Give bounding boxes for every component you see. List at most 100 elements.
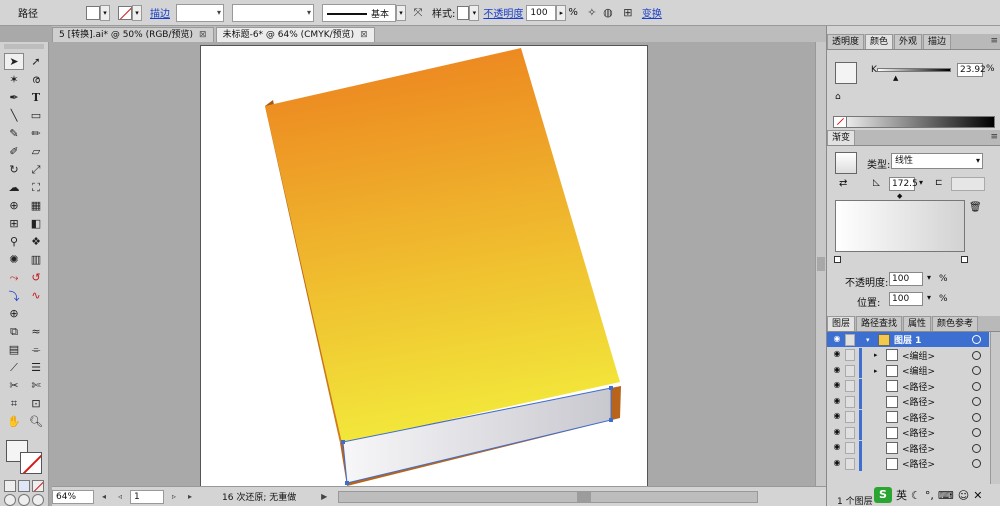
tab-stroke[interactable]: 描边	[923, 34, 952, 49]
stroke-square[interactable]	[20, 452, 42, 474]
variable-width-field[interactable]	[232, 3, 314, 22]
scale-tool-icon[interactable]: ⤢	[26, 161, 46, 178]
gradient-swatch[interactable]	[835, 152, 857, 174]
lasso-icon[interactable]: ര	[26, 71, 46, 88]
lock-toggle[interactable]	[845, 333, 855, 346]
expand-arrow-icon[interactable]: ▾	[866, 336, 876, 344]
target-circle-icon[interactable]	[972, 381, 981, 391]
doc-tab-1[interactable]: 5 [转换].ai* @ 50% (RGB/预览) ⊠	[52, 27, 214, 42]
draw-behind-icon[interactable]	[18, 494, 30, 506]
stroke-dropdown-icon[interactable]: ▾	[132, 4, 142, 21]
scissors-icon[interactable]: ✄	[26, 377, 46, 394]
lock-toggle[interactable]	[845, 457, 855, 470]
tab-color[interactable]: 颜色	[865, 34, 894, 49]
first-page-icon[interactable]: ◂	[98, 492, 110, 501]
layer-row[interactable]: ◉ <路径>	[827, 394, 989, 409]
horizontal-scrollbar[interactable]	[338, 490, 759, 503]
layer-row[interactable]: ◉ <路径>	[827, 456, 989, 471]
visibility-eye-icon[interactable]: ◉	[831, 427, 843, 439]
stop-opacity-input[interactable]: 100	[889, 272, 923, 286]
chart-tool-icon[interactable]: ⟋	[4, 359, 24, 376]
expand-arrow-icon[interactable]: ▸	[874, 351, 884, 359]
panel-menu-icon[interactable]: ≡	[990, 36, 998, 46]
opacity-input[interactable]: 100	[526, 4, 557, 21]
list-tool-icon[interactable]: ☰	[26, 359, 46, 376]
vertical-scrollbar[interactable]	[815, 42, 826, 486]
gradient-tool-icon[interactable]: ◧	[26, 215, 46, 232]
user-icon[interactable]: ☺	[958, 489, 969, 502]
artboard-tool-icon[interactable]: ⧉	[4, 323, 24, 340]
lock-toggle[interactable]	[845, 380, 855, 392]
stop-location-input[interactable]: 100	[889, 292, 923, 306]
none-mode-icon[interactable]	[32, 480, 44, 492]
tools-grip[interactable]	[4, 44, 44, 49]
anchor-tool-icon[interactable]: ⤵	[4, 287, 24, 304]
gradient-type-select[interactable]: 线性	[891, 153, 983, 169]
opacity-dropdown-icon[interactable]: ▾	[927, 273, 931, 282]
k-slider-thumb[interactable]: ▲	[893, 74, 898, 82]
style-swatch[interactable]	[457, 5, 470, 20]
layer-row[interactable]: ◉ ▸ <编组>	[827, 347, 989, 363]
hand-tool-icon[interactable]: ✋	[4, 413, 24, 430]
magic-wand-icon[interactable]: ✶	[4, 71, 24, 88]
last-page-icon[interactable]: ▸	[184, 492, 196, 501]
gradient-angle-input[interactable]: 172.5	[889, 177, 918, 191]
align-stroke-icon[interactable]: ⤧	[410, 5, 426, 21]
line-tool-icon[interactable]: ╲	[4, 107, 24, 124]
perspective-grid-icon[interactable]: ▦	[26, 197, 46, 214]
layers-scrollbar[interactable]	[990, 332, 1000, 484]
width-tool-icon[interactable]: ⤳	[4, 269, 24, 286]
bar-graph-icon[interactable]: ▤	[4, 341, 24, 358]
blob-brush-icon[interactable]: ✐	[4, 143, 24, 160]
angle-dropdown-icon[interactable]: ▾	[919, 178, 923, 187]
book-cover[interactable]	[265, 48, 620, 443]
page-field[interactable]: 1	[130, 489, 164, 504]
visibility-eye-icon[interactable]: ◉	[831, 380, 843, 392]
ime-language[interactable]: 英	[896, 487, 907, 503]
shape-builder-icon[interactable]: ⊕	[4, 197, 24, 214]
align-icon[interactable]: ⊞	[620, 5, 636, 21]
visibility-eye-icon[interactable]: ◉	[831, 411, 843, 423]
gradient-mode-icon[interactable]	[18, 480, 30, 492]
tab-attributes[interactable]: 属性	[903, 316, 932, 331]
target-circle-icon[interactable]	[972, 366, 981, 375]
close-icon[interactable]: ⊠	[360, 28, 368, 42]
gradient-stop-left[interactable]	[834, 256, 841, 263]
k-slider-track[interactable]	[877, 68, 951, 72]
panel-menu-icon[interactable]: ≡	[990, 132, 998, 142]
transform-link[interactable]: 变换	[642, 5, 662, 20]
ime-logo[interactable]: S	[874, 487, 892, 503]
eraser-icon[interactable]: ▱	[26, 143, 46, 160]
layer-row[interactable]: ◉ <路径>	[827, 425, 989, 440]
fill-swatch[interactable]	[86, 5, 100, 20]
opacity-dropdown-icon[interactable]: ▸	[556, 4, 567, 21]
draw-inside-icon[interactable]	[32, 494, 44, 506]
scroll-thumb[interactable]	[817, 257, 825, 271]
reverse-gradient-icon[interactable]: ⇄	[839, 178, 847, 189]
curvature-icon[interactable]: ↺	[26, 269, 46, 286]
gradient-slider[interactable]	[835, 200, 965, 252]
stroke-link[interactable]: 描边	[150, 5, 170, 20]
draw-normal-icon[interactable]	[4, 494, 16, 506]
fill-stroke-widget[interactable]	[4, 438, 44, 476]
tab-color-guide[interactable]: 颜色参考	[932, 316, 979, 331]
color-mode-icon[interactable]	[4, 480, 16, 492]
k-value-input[interactable]: 23.92	[957, 63, 986, 77]
lock-toggle[interactable]	[845, 349, 855, 361]
canvas-area[interactable]	[52, 42, 815, 486]
fill-dropdown-icon[interactable]: ▾	[100, 4, 110, 21]
doc-tab-2[interactable]: 未标题-6* @ 64% (CMYK/预览) ⊠	[215, 27, 375, 42]
tab-transparency[interactable]: 透明度	[827, 34, 865, 49]
blend-tool-icon[interactable]: ❖	[26, 233, 46, 250]
pencil-icon[interactable]: ✏	[26, 125, 46, 142]
brush-definition-field[interactable]: 基本	[322, 3, 396, 22]
location-dropdown-icon[interactable]: ▾	[927, 293, 931, 302]
close-icon[interactable]: ⊠	[199, 28, 207, 42]
layer-row[interactable]: ◉ <路径>	[827, 378, 989, 394]
visibility-eye-icon[interactable]: ◉	[831, 349, 843, 361]
keyboard-icon[interactable]: ⌨	[938, 489, 954, 502]
layer-name[interactable]: <路径>	[902, 380, 972, 393]
artboard[interactable]	[200, 45, 648, 486]
layer-row[interactable]: ◉ ▸ <编组>	[827, 363, 989, 378]
tab-layers[interactable]: 图层	[827, 316, 856, 331]
